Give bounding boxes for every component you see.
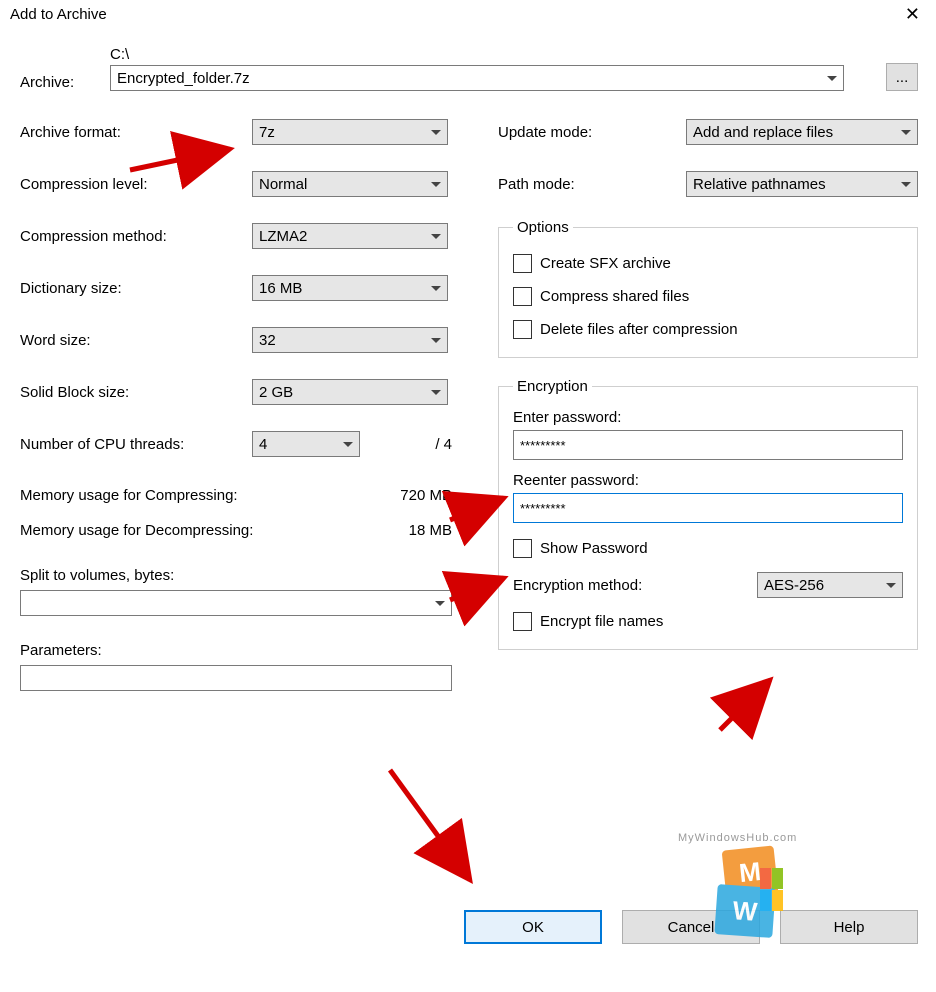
window-title: Add to Archive bbox=[10, 6, 107, 23]
sfx-checkbox[interactable] bbox=[513, 254, 532, 273]
show-password-label: Show Password bbox=[540, 540, 648, 557]
update-select[interactable]: Add and replace files bbox=[686, 119, 918, 145]
split-select[interactable] bbox=[20, 590, 452, 616]
chevron-down-icon bbox=[901, 182, 911, 187]
solid-select[interactable]: 2 GB bbox=[252, 379, 448, 405]
memd-label: Memory usage for Decompressing: bbox=[20, 522, 409, 539]
encrypt-names-label: Encrypt file names bbox=[540, 613, 663, 630]
memc-label: Memory usage for Compressing: bbox=[20, 487, 400, 504]
threads-select[interactable]: 4 bbox=[252, 431, 360, 457]
params-input[interactable] bbox=[20, 665, 452, 691]
enter-password-label: Enter password: bbox=[513, 409, 903, 426]
dict-label: Dictionary size: bbox=[20, 280, 252, 297]
threads-label: Number of CPU threads: bbox=[20, 436, 252, 453]
shared-label: Compress shared files bbox=[540, 288, 689, 305]
word-label: Word size: bbox=[20, 332, 252, 349]
pathmode-select[interactable]: Relative pathnames bbox=[686, 171, 918, 197]
options-group: Options Create SFX archive Compress shar… bbox=[498, 219, 918, 358]
sfx-label: Create SFX archive bbox=[540, 255, 671, 272]
chevron-down-icon bbox=[431, 182, 441, 187]
level-select[interactable]: Normal bbox=[252, 171, 448, 197]
archive-name-value: Encrypted_folder.7z bbox=[117, 70, 250, 87]
method-label: Compression method: bbox=[20, 228, 252, 245]
reenter-password-label: Reenter password: bbox=[513, 472, 903, 489]
memd-value: 18 MB bbox=[409, 522, 452, 539]
reenter-password-input[interactable]: ********* bbox=[513, 493, 903, 523]
chevron-down-icon bbox=[886, 583, 896, 588]
password-input[interactable]: ********* bbox=[513, 430, 903, 460]
enc-method-label: Encryption method: bbox=[513, 577, 757, 594]
level-label: Compression level: bbox=[20, 176, 252, 193]
solid-label: Solid Block size: bbox=[20, 384, 252, 401]
chevron-down-icon bbox=[343, 442, 353, 447]
dict-select[interactable]: 16 MB bbox=[252, 275, 448, 301]
memc-value: 720 MB bbox=[400, 487, 452, 504]
archive-name-select[interactable]: Encrypted_folder.7z bbox=[110, 65, 844, 91]
archive-label: Archive: bbox=[20, 74, 74, 91]
watermark-logo: MyWindowsHub.com M W bbox=[706, 832, 796, 942]
word-select[interactable]: 32 bbox=[252, 327, 448, 353]
chevron-down-icon bbox=[827, 76, 837, 81]
pathmode-label: Path mode: bbox=[498, 176, 686, 193]
chevron-down-icon bbox=[901, 130, 911, 135]
update-label: Update mode: bbox=[498, 124, 686, 141]
encryption-legend: Encryption bbox=[513, 378, 592, 395]
enc-method-select[interactable]: AES-256 bbox=[757, 572, 903, 598]
options-legend: Options bbox=[513, 219, 573, 236]
chevron-down-icon bbox=[431, 338, 441, 343]
encryption-group: Encryption Enter password: ********* Ree… bbox=[498, 378, 918, 650]
archive-path-text: C:\ bbox=[110, 46, 864, 63]
chevron-down-icon bbox=[431, 390, 441, 395]
delete-checkbox[interactable] bbox=[513, 320, 532, 339]
ok-button[interactable]: OK bbox=[464, 910, 602, 944]
params-label: Parameters: bbox=[20, 642, 452, 659]
chevron-down-icon bbox=[431, 130, 441, 135]
method-select[interactable]: LZMA2 bbox=[252, 223, 448, 249]
delete-label: Delete files after compression bbox=[540, 321, 738, 338]
show-password-checkbox[interactable] bbox=[513, 539, 532, 558]
chevron-down-icon bbox=[431, 286, 441, 291]
threads-total: / 4 bbox=[360, 436, 452, 453]
close-icon[interactable]: ✕ bbox=[899, 4, 926, 25]
encrypt-names-checkbox[interactable] bbox=[513, 612, 532, 631]
chevron-down-icon bbox=[431, 234, 441, 239]
format-select[interactable]: 7z bbox=[252, 119, 448, 145]
shared-checkbox[interactable] bbox=[513, 287, 532, 306]
format-label: Archive format: bbox=[20, 124, 252, 141]
split-label: Split to volumes, bytes: bbox=[20, 567, 452, 584]
browse-button[interactable]: ... bbox=[886, 63, 918, 91]
help-button[interactable]: Help bbox=[780, 910, 918, 944]
chevron-down-icon bbox=[435, 601, 445, 606]
